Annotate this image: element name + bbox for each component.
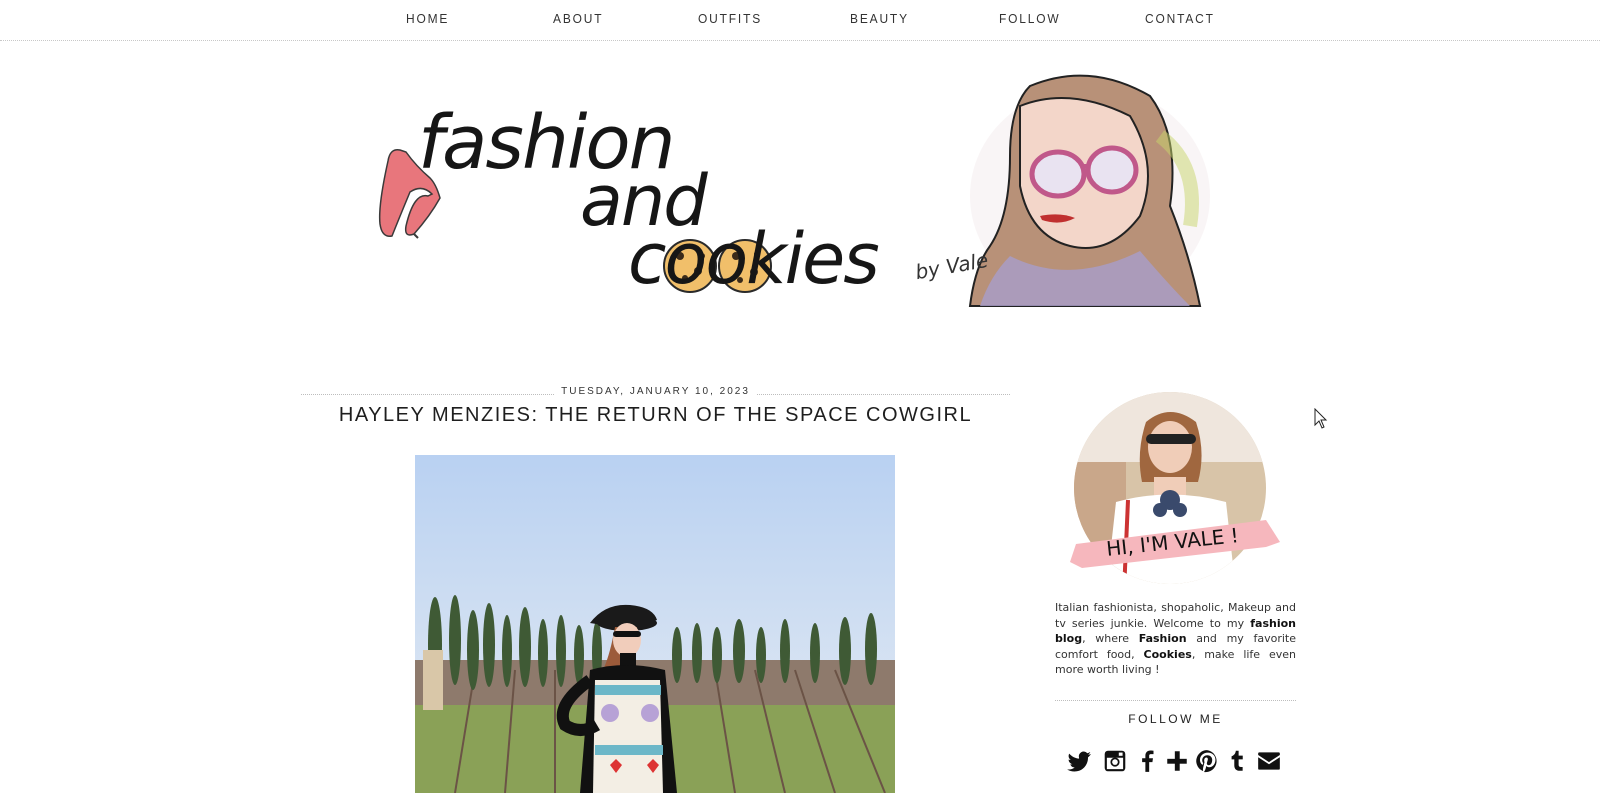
instagram-icon[interactable]	[1102, 748, 1128, 774]
twitter-icon[interactable]	[1066, 748, 1092, 774]
post-title[interactable]: HAYLEY MENZIES: THE RETURN OF THE SPACE …	[301, 404, 1010, 427]
email-icon[interactable]	[1256, 748, 1282, 774]
nav-outfits[interactable]: OUTFITS	[698, 11, 762, 26]
pinterest-icon[interactable]	[1194, 748, 1220, 774]
post-date: TUESDAY, JANUARY 10, 2023	[555, 386, 756, 397]
nav-home[interactable]: HOME	[406, 11, 449, 26]
profile-photo	[1070, 392, 1280, 584]
about-text-part: , where	[1082, 632, 1139, 645]
nav-beauty[interactable]: BEAUTY	[850, 11, 909, 26]
tumblr-icon[interactable]	[1224, 748, 1250, 774]
google-plus-icon[interactable]	[1164, 748, 1190, 774]
follow-me-title: FOLLOW ME	[1128, 712, 1223, 726]
about-bold-fashion: Fashion	[1138, 632, 1187, 645]
facebook-icon[interactable]	[1134, 748, 1160, 774]
blog-header-logo[interactable]: fashion and cookies by Vale	[370, 66, 1230, 326]
about-blurb: Italian fashionista, shopaholic, Makeup …	[1055, 600, 1296, 678]
top-navigation: HOME ABOUT OUTFITS BEAUTY FOLLOW CONTACT	[0, 0, 1600, 41]
portrait-illustration	[968, 74, 1210, 307]
post-image[interactable]	[415, 455, 895, 793]
logo-word-cookies: cookies	[628, 218, 880, 300]
nav-contact[interactable]: CONTACT	[1145, 11, 1215, 26]
about-bold-cookies: Cookies	[1143, 647, 1192, 661]
post-date-row: TUESDAY, JANUARY 10, 2023	[301, 386, 1010, 400]
profile-widget[interactable]: HI, I'M VALE !	[1066, 392, 1286, 592]
mouse-cursor-icon	[1314, 408, 1328, 429]
nav-follow[interactable]: FOLLOW	[999, 11, 1061, 26]
sidebar-divider	[1055, 700, 1296, 701]
post-photo	[415, 455, 895, 793]
nav-about[interactable]: ABOUT	[553, 11, 603, 26]
